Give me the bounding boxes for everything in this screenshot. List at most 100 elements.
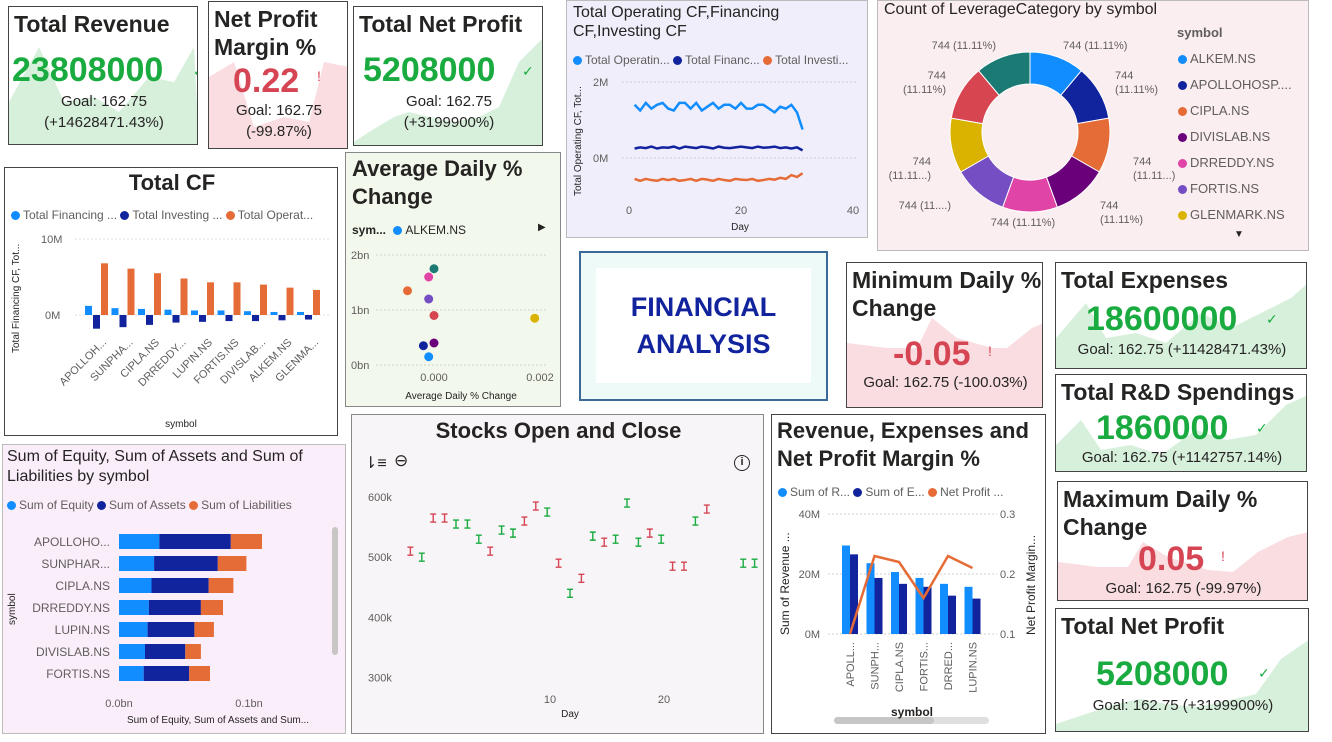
banner-line: FINANCIAL [630, 291, 777, 322]
bar [278, 315, 286, 321]
banner-line: ANALYSIS [636, 328, 771, 359]
kpi-goal: Goal: 162.75 (+3199900%) [403, 93, 495, 131]
chart-legend: ALKEM.NS APOLLOHOSP.... CIPLA.NS DIVISLAB.N… [1178, 46, 1292, 228]
stocks-open-close-chart[interactable]: Stocks Open and Close ⇂≡ ⊖ i 600k 500k 400… [351, 414, 764, 734]
title-banner: FINANCIAL ANALYSIS [579, 251, 828, 401]
y-axis-label: symbol [7, 593, 18, 625]
data-label: (11.11...) [889, 170, 931, 182]
bar-segment [208, 578, 234, 593]
scroll-down-icon[interactable]: ▼ [1234, 229, 1244, 240]
kpi-minimum-daily-change[interactable]: Minimum Daily % Change -0.05 ! Goal: 162… [846, 262, 1043, 408]
kpi-total-expenses[interactable]: Total Expenses 18600000 ✓ Goal: 162.75 (… [1055, 262, 1307, 369]
kpi-value: 5208000 [363, 51, 496, 89]
x-tick-label: LUPIN.NS [968, 642, 980, 693]
kpi-value: 23808000 [12, 51, 164, 89]
bar-segment [154, 556, 218, 571]
y-tick-label: 600k [368, 492, 392, 504]
candle-marker [430, 513, 437, 523]
equity-assets-liabilities-chart[interactable]: Sum of Equity, Sum of Assets and Sum of … [2, 444, 346, 734]
legend-item[interactable]: DIVISLAB.NS [1178, 124, 1292, 150]
bar [199, 315, 206, 322]
data-point [418, 341, 428, 351]
bar [972, 598, 981, 634]
kpi-title: Maximum Daily % Change [1063, 486, 1258, 540]
candle-marker [521, 516, 528, 526]
data-label: 744 (11.11%) [991, 217, 1055, 229]
kpi-maximum-daily-change[interactable]: Maximum Daily % Change 0.05 ! Goal: 162.… [1057, 481, 1308, 601]
bar-segment [148, 600, 201, 615]
check-icon: ✓ [522, 63, 534, 79]
candle-marker [453, 519, 459, 529]
y-tick-label: 400k [368, 612, 392, 624]
legend-item[interactable]: DRREDDY.NS [1178, 150, 1292, 176]
candle-marker [578, 573, 585, 583]
y-tick-label: 300k [368, 673, 392, 685]
revenue-expenses-npm-chart[interactable]: Revenue, Expenses and Net Profit Margin … [771, 414, 1046, 734]
total-cf-chart[interactable]: Total CF Total Financing ... Total Inves… [4, 167, 338, 436]
data-point [429, 264, 439, 274]
bar-segment [151, 578, 209, 593]
check-icon: ✓ [1266, 311, 1278, 327]
data-point [424, 272, 434, 282]
kpi-total-net-profit[interactable]: Total Net Profit 5208000 ✓ Goal: 162.75(… [353, 6, 543, 146]
kpi-total-rd-spendings[interactable]: Total R&D Spendings 1860000 ✓ Goal: 162.… [1055, 374, 1307, 472]
legend-item[interactable]: FORTIS.NS [1178, 176, 1292, 202]
x-tick-label: 20 [658, 694, 670, 706]
kpi-total-revenue[interactable]: Total Revenue 23808000 ✓ Goal: 162.75(+1… [8, 6, 198, 145]
candle-marker [681, 561, 687, 571]
bar [297, 311, 304, 315]
candle-marker [510, 528, 516, 538]
kpi-net-profit-margin[interactable]: Net Profit Margin % 0.22 ! Goal: 162.75(… [208, 1, 348, 149]
candle-marker [624, 498, 630, 508]
kpi-goal: Goal: 162.75 (+3199900%) [1092, 697, 1274, 714]
legend-item[interactable]: ALKEM.NS [1178, 46, 1292, 72]
kpi-value: 5208000 [1096, 655, 1229, 693]
kpi-title: Total Expenses [1061, 267, 1229, 293]
candle-marker [589, 531, 596, 541]
candle-marker [692, 516, 699, 526]
y-axis-label: Sum of Revenue ... [778, 532, 792, 635]
data-label: (11.11%) [1100, 214, 1143, 226]
candle-marker [407, 546, 414, 556]
legend-title: symbol [1177, 25, 1223, 40]
kpi-value: 0.22 [233, 62, 300, 100]
candle-marker [740, 558, 747, 568]
data-label: 744 [1100, 200, 1118, 212]
kpi-goal: Goal: 162.75 (-100.03%) [863, 374, 1028, 391]
data-label: 744 [928, 70, 946, 82]
y-tick-label: 1bn [351, 305, 369, 317]
data-point [429, 311, 439, 320]
candle-marker [441, 513, 448, 523]
y-tick-label: CIPLA.NS [55, 579, 110, 593]
y-tick-label: 10M [41, 234, 62, 246]
y2-axis-label: Net Profit Margin... [1024, 535, 1038, 635]
y-tick-label: 0bn [351, 360, 369, 372]
bar-segment [230, 534, 262, 549]
bar [119, 315, 127, 328]
x-tick-label: APOLL... [845, 642, 857, 687]
data-point [424, 294, 434, 304]
candle-marker [646, 528, 653, 538]
kpi-goal: Goal: 162.75 (-99.97%) [1105, 580, 1262, 597]
legend-item[interactable]: CIPLA.NS [1178, 98, 1292, 124]
kpi-total-net-profit-2[interactable]: Total Net Profit 5208000 ✓ Goal: 162.75 … [1055, 608, 1309, 732]
data-point [403, 286, 412, 296]
donut-chart[interactable]: Count of LeverageCategory by symbol 744 … [877, 0, 1309, 251]
check-icon: ✓ [1258, 665, 1270, 681]
kpi-title: Total Revenue [14, 11, 170, 37]
avg-daily-change-chart[interactable]: Average Daily % Change sym... ALKEM.NS ▶… [345, 152, 561, 407]
kpi-goal: Goal: 162.75 (+11428471.43%) [1077, 341, 1287, 358]
bar-segment [119, 666, 144, 681]
kpi-title: Total R&D Spendings [1061, 379, 1295, 405]
bar-segment [119, 600, 149, 615]
legend-item[interactable]: GLENMARK.NS [1178, 202, 1292, 228]
cf-line-chart[interactable]: Total Operating CF,Financing CF,Investin… [566, 0, 868, 238]
candle-marker [658, 534, 665, 544]
bar [244, 311, 251, 315]
candle-marker [601, 537, 608, 547]
legend-item[interactable]: APOLLOHOSP.... [1178, 72, 1292, 98]
data-label: 744 (11.11%) [1063, 40, 1127, 52]
x-axis-label: Day [731, 222, 749, 233]
alert-icon: ! [317, 68, 321, 84]
bar [111, 308, 119, 315]
